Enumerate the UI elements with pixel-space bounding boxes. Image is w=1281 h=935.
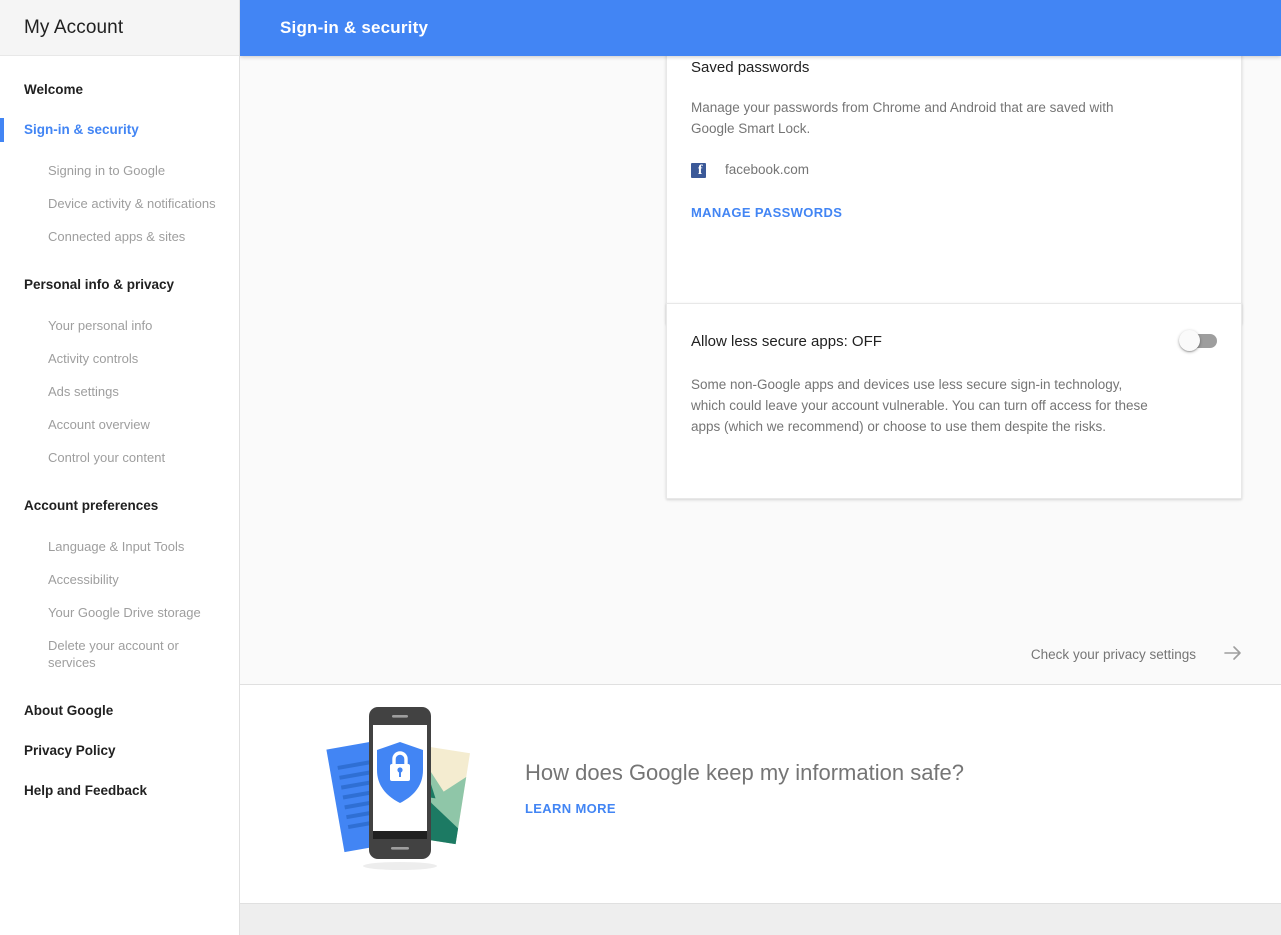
- sidebar-item-label: Your personal info: [48, 318, 153, 333]
- sidebar-item-label: Help and Feedback: [24, 783, 148, 798]
- sidebar-item-control-your-content[interactable]: Control your content: [0, 441, 239, 474]
- less-secure-apps-title: Allow less secure apps: OFF: [691, 333, 882, 350]
- sidebar-item-label: Control your content: [48, 450, 166, 465]
- sidebar-item-welcome[interactable]: Welcome: [0, 70, 239, 110]
- check-privacy-settings-link[interactable]: Check your privacy settings: [240, 626, 1281, 684]
- sidebar: My Account Welcome Sign-in & security Sign…: [0, 0, 240, 935]
- sidebar-item-accessibility[interactable]: Accessibility: [0, 563, 239, 596]
- sidebar-nav: Welcome Sign-in & security Signing in to G…: [0, 56, 239, 811]
- sidebar-item-activity-controls[interactable]: Activity controls: [0, 342, 239, 375]
- saved-passwords-description: Manage your passwords from Chrome and An…: [691, 100, 1114, 136]
- sidebar-item-delete-your-account-or-services[interactable]: Delete your account or services: [0, 629, 239, 679]
- sidebar-item-label: Activity controls: [48, 351, 139, 366]
- sidebar-item-label: Delete your account or services: [48, 638, 179, 670]
- promo-section: How does Google keep my information safe…: [240, 684, 1281, 903]
- less-secure-apps-card: Allow less secure apps: OFF Some non-Goo…: [666, 303, 1242, 499]
- page-title: Sign-in & security: [280, 18, 429, 37]
- sidebar-item-ads-settings[interactable]: Ads settings: [0, 375, 239, 408]
- sidebar-item-label: Connected apps & sites: [48, 229, 186, 244]
- nav-gap: [0, 474, 239, 486]
- sidebar-item-sign-in-and-security[interactable]: Sign-in & security: [0, 110, 239, 150]
- sidebar-item-label: Welcome: [24, 82, 84, 97]
- sidebar-item-connected-apps-and-sites[interactable]: Connected apps & sites: [0, 220, 239, 253]
- brand-title: My Account: [24, 16, 124, 38]
- sidebar-item-your-google-drive-storage[interactable]: Your Google Drive storage: [0, 596, 239, 629]
- arrow-right-icon: [1221, 641, 1245, 670]
- check-privacy-settings-label: Check your privacy settings: [1030, 647, 1196, 662]
- facebook-icon: [691, 162, 706, 179]
- my-account-page: My Account Welcome Sign-in & security Sign…: [0, 0, 1281, 935]
- sidebar-item-help-and-feedback[interactable]: Help and Feedback: [0, 771, 239, 811]
- sidebar-item-your-personal-info[interactable]: Your personal info: [0, 309, 239, 342]
- less-secure-apps-description: Some non-Google apps and devices use les…: [691, 377, 1148, 434]
- saved-passwords-title: Saved passwords: [691, 59, 810, 76]
- bottom-strip: [240, 903, 1281, 935]
- sidebar-item-device-activity-and-notifications[interactable]: Device activity & notifications: [0, 187, 239, 220]
- sidebar-item-label: Accessibility: [48, 572, 119, 587]
- promo-text-block: How does Google keep my information safe…: [525, 759, 964, 818]
- saved-passwords-card: Saved passwords Manage your passwords fr…: [666, 56, 1242, 324]
- sidebar-item-account-overview[interactable]: Account overview: [0, 408, 239, 441]
- page-header: Sign-in & security: [240, 0, 1281, 56]
- sidebar-item-label: Device activity & notifications: [48, 196, 216, 211]
- sidebar-header: My Account: [0, 0, 239, 56]
- sidebar-section-account-preferences: Account preferences: [0, 486, 239, 526]
- learn-more-button[interactable]: LEARN MORE: [525, 801, 616, 816]
- sidebar-item-label: Account preferences: [24, 498, 159, 513]
- sidebar-item-label: About Google: [24, 703, 114, 718]
- sidebar-item-language-and-input-tools[interactable]: Language & Input Tools: [0, 530, 239, 563]
- saved-password-list-item[interactable]: facebook.com: [691, 161, 1217, 179]
- sidebar-item-label: Language & Input Tools: [48, 539, 185, 554]
- sidebar-item-label: Account overview: [48, 417, 150, 432]
- nav-gap: [0, 253, 239, 265]
- sidebar-item-privacy-policy[interactable]: Privacy Policy: [0, 731, 239, 771]
- sidebar-item-signing-in-to-google[interactable]: Signing in to Google: [0, 154, 239, 187]
- phone-shield-lock-illustration: [315, 700, 485, 880]
- sidebar-item-label: Privacy Policy: [24, 743, 116, 758]
- toggle-knob: [1179, 330, 1200, 351]
- promo-title: How does Google keep my information safe…: [525, 760, 965, 785]
- sidebar-item-label: Your Google Drive storage: [48, 605, 201, 620]
- sidebar-item-label: Ads settings: [48, 384, 119, 399]
- nav-gap: [0, 679, 239, 691]
- sidebar-item-label: Sign-in & security: [24, 122, 139, 137]
- sidebar-item-about-google[interactable]: About Google: [0, 691, 239, 731]
- sidebar-section-personal-info-and-privacy: Personal info & privacy: [0, 265, 239, 305]
- sidebar-item-label: Personal info & privacy: [24, 277, 175, 292]
- manage-passwords-button[interactable]: MANAGE PASSWORDS: [691, 205, 842, 220]
- saved-password-site-name: facebook.com: [725, 162, 810, 177]
- active-indicator: [0, 118, 4, 142]
- sidebar-item-label: Signing in to Google: [48, 163, 166, 178]
- less-secure-apps-toggle[interactable]: [1179, 330, 1217, 351]
